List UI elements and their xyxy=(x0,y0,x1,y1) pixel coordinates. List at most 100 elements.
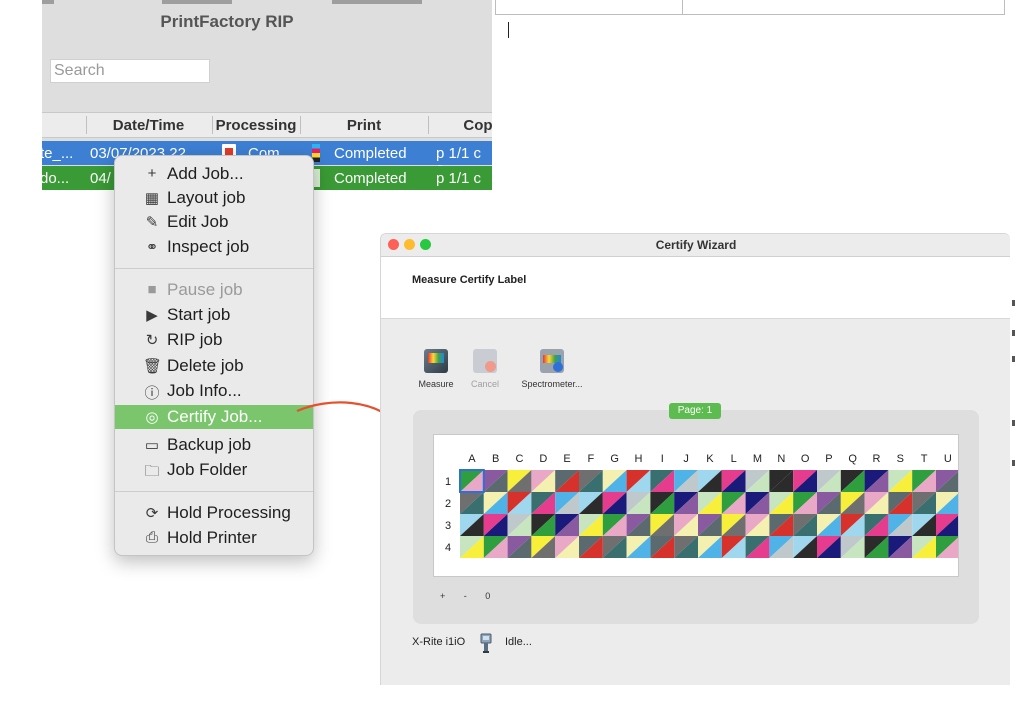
stop-icon: ■ xyxy=(147,281,157,298)
search-input[interactable]: Search xyxy=(50,59,210,83)
job-datetime: 04/ xyxy=(90,170,111,187)
menu-item-edit-job[interactable]: ✎ Edit Job xyxy=(115,210,313,234)
color-patch xyxy=(840,536,865,558)
color-patch xyxy=(936,470,960,492)
menu-item-start-job[interactable]: ▶ Start job xyxy=(115,303,313,327)
color-patch xyxy=(698,536,722,558)
color-patch xyxy=(793,514,817,536)
certify-chart[interactable]: A B C D E F G H I J K L M N O P Q R S T U 1 2 3 4 xyxy=(433,434,960,577)
row-label: 1 xyxy=(445,476,451,488)
job-copies: p 1/1 c 0 xyxy=(436,170,482,190)
color-patch xyxy=(864,536,889,558)
spectrometer-label: Spectrometer... xyxy=(521,379,583,389)
column-header-datetime[interactable]: Date/Time xyxy=(86,117,211,134)
color-patch xyxy=(912,536,936,558)
color-patch xyxy=(936,492,960,514)
zoom-in-button[interactable]: + xyxy=(440,591,445,601)
target-icon: ◎ xyxy=(145,409,159,426)
color-patch xyxy=(698,470,722,492)
color-patch xyxy=(460,514,484,536)
measure-button[interactable]: Measure xyxy=(414,349,458,389)
column-label: L xyxy=(731,453,737,465)
column-header-print[interactable]: Print xyxy=(300,117,428,134)
color-patch xyxy=(531,492,556,514)
color-patch xyxy=(698,514,722,536)
column-label: H xyxy=(635,453,643,465)
menu-item-label: Certify Job... xyxy=(167,407,263,426)
color-patch xyxy=(769,470,794,492)
menu-item-certify-job[interactable]: ◎ Certify Job... xyxy=(115,405,313,429)
color-patch xyxy=(769,514,794,536)
color-patch xyxy=(840,514,865,536)
color-patch xyxy=(912,514,936,536)
menu-item-layout-job[interactable]: ▦ Layout job xyxy=(115,186,313,210)
color-patch xyxy=(555,536,579,558)
column-label: C xyxy=(516,453,524,465)
menu-item-inspect-job[interactable]: ⚭ Inspect job xyxy=(115,235,313,259)
trash-icon: 🗑 xyxy=(143,358,163,375)
color-patch xyxy=(698,492,722,514)
menu-item-hold-printer[interactable]: ⎙ Hold Printer xyxy=(115,526,313,550)
archive-icon: ▭ xyxy=(144,437,160,454)
menu-item-label: Job Folder xyxy=(167,460,248,479)
menu-item-job-folder[interactable]: 🗀 Job Folder xyxy=(115,458,313,482)
cancel-button[interactable]: Cancel xyxy=(467,349,503,389)
job-name: te_... xyxy=(42,145,74,162)
column-header-copies[interactable]: Cop xyxy=(428,117,492,134)
menu-item-backup-job[interactable]: ▭ Backup job xyxy=(115,433,313,457)
column-label: R xyxy=(873,453,881,465)
color-patch xyxy=(483,536,508,558)
menu-item-rip-job[interactable]: ↻ RIP job xyxy=(115,328,313,352)
row-label: 4 xyxy=(445,542,451,554)
zoom-out-button[interactable]: - xyxy=(464,591,467,601)
menu-item-add-job[interactable]: + Add Job... xyxy=(115,162,313,186)
device-name: X-Rite i1iO xyxy=(412,636,466,648)
color-patch xyxy=(626,470,651,492)
folder-icon: 🗀 xyxy=(144,463,160,480)
menu-item-label: Job Info... xyxy=(167,381,242,400)
column-label: Q xyxy=(848,453,857,465)
color-patch xyxy=(602,492,627,514)
zoom-reset-button[interactable]: 0 xyxy=(485,591,490,601)
menu-item-delete-job[interactable]: 🗑 Delete job xyxy=(115,354,313,378)
column-label: E xyxy=(563,453,570,465)
job-print-status: Completed xyxy=(334,145,407,162)
color-patch xyxy=(769,536,794,558)
spectrometer-button[interactable]: Spectrometer... xyxy=(519,349,585,389)
color-patch xyxy=(745,536,770,558)
color-patch xyxy=(626,514,651,536)
menu-item-hold-processing[interactable]: ⟳ Hold Processing xyxy=(115,501,313,525)
window-title: Certify Wizard xyxy=(655,238,737,252)
color-patch xyxy=(555,470,579,492)
column-label: M xyxy=(753,453,762,465)
cancel-label: Cancel xyxy=(470,379,499,389)
title-bar: Certify Wizard xyxy=(381,234,1010,257)
column-header-processing[interactable]: Processing xyxy=(212,117,300,134)
color-patch xyxy=(888,536,913,558)
color-patch xyxy=(817,492,841,514)
menu-item-label: Start job xyxy=(167,305,231,324)
color-patch xyxy=(531,536,556,558)
menu-item-job-info[interactable]: ⓘ Job Info... xyxy=(115,379,313,403)
job-print-status: Completed xyxy=(334,170,407,187)
text-cursor xyxy=(508,22,509,38)
menu-item-label: Hold Processing xyxy=(167,503,291,522)
edge-mark xyxy=(1012,420,1015,426)
menu-item-label: Pause job xyxy=(167,280,243,299)
color-patch xyxy=(579,536,603,558)
color-patch xyxy=(912,470,936,492)
app-title: PrintFactory RIP xyxy=(160,12,294,31)
certify-wizard-window: Certify Wizard Measure Certify Label Mea… xyxy=(380,233,1010,685)
job-name: do... xyxy=(42,170,70,187)
device-status: Idle... xyxy=(505,636,532,648)
context-menu: + Add Job... ▦ Layout job ✎ Edit Job ⚭ Inspect … xyxy=(114,155,314,556)
column-label: F xyxy=(588,453,595,465)
color-patch xyxy=(769,492,794,514)
color-patch xyxy=(579,470,603,492)
menu-item-pause-job[interactable]: ■ Pause job xyxy=(115,278,313,302)
color-patch xyxy=(864,492,889,514)
column-label: O xyxy=(801,453,810,465)
refresh-icon: ↻ xyxy=(145,332,159,349)
row-label: 2 xyxy=(445,498,451,510)
color-patch xyxy=(674,536,698,558)
